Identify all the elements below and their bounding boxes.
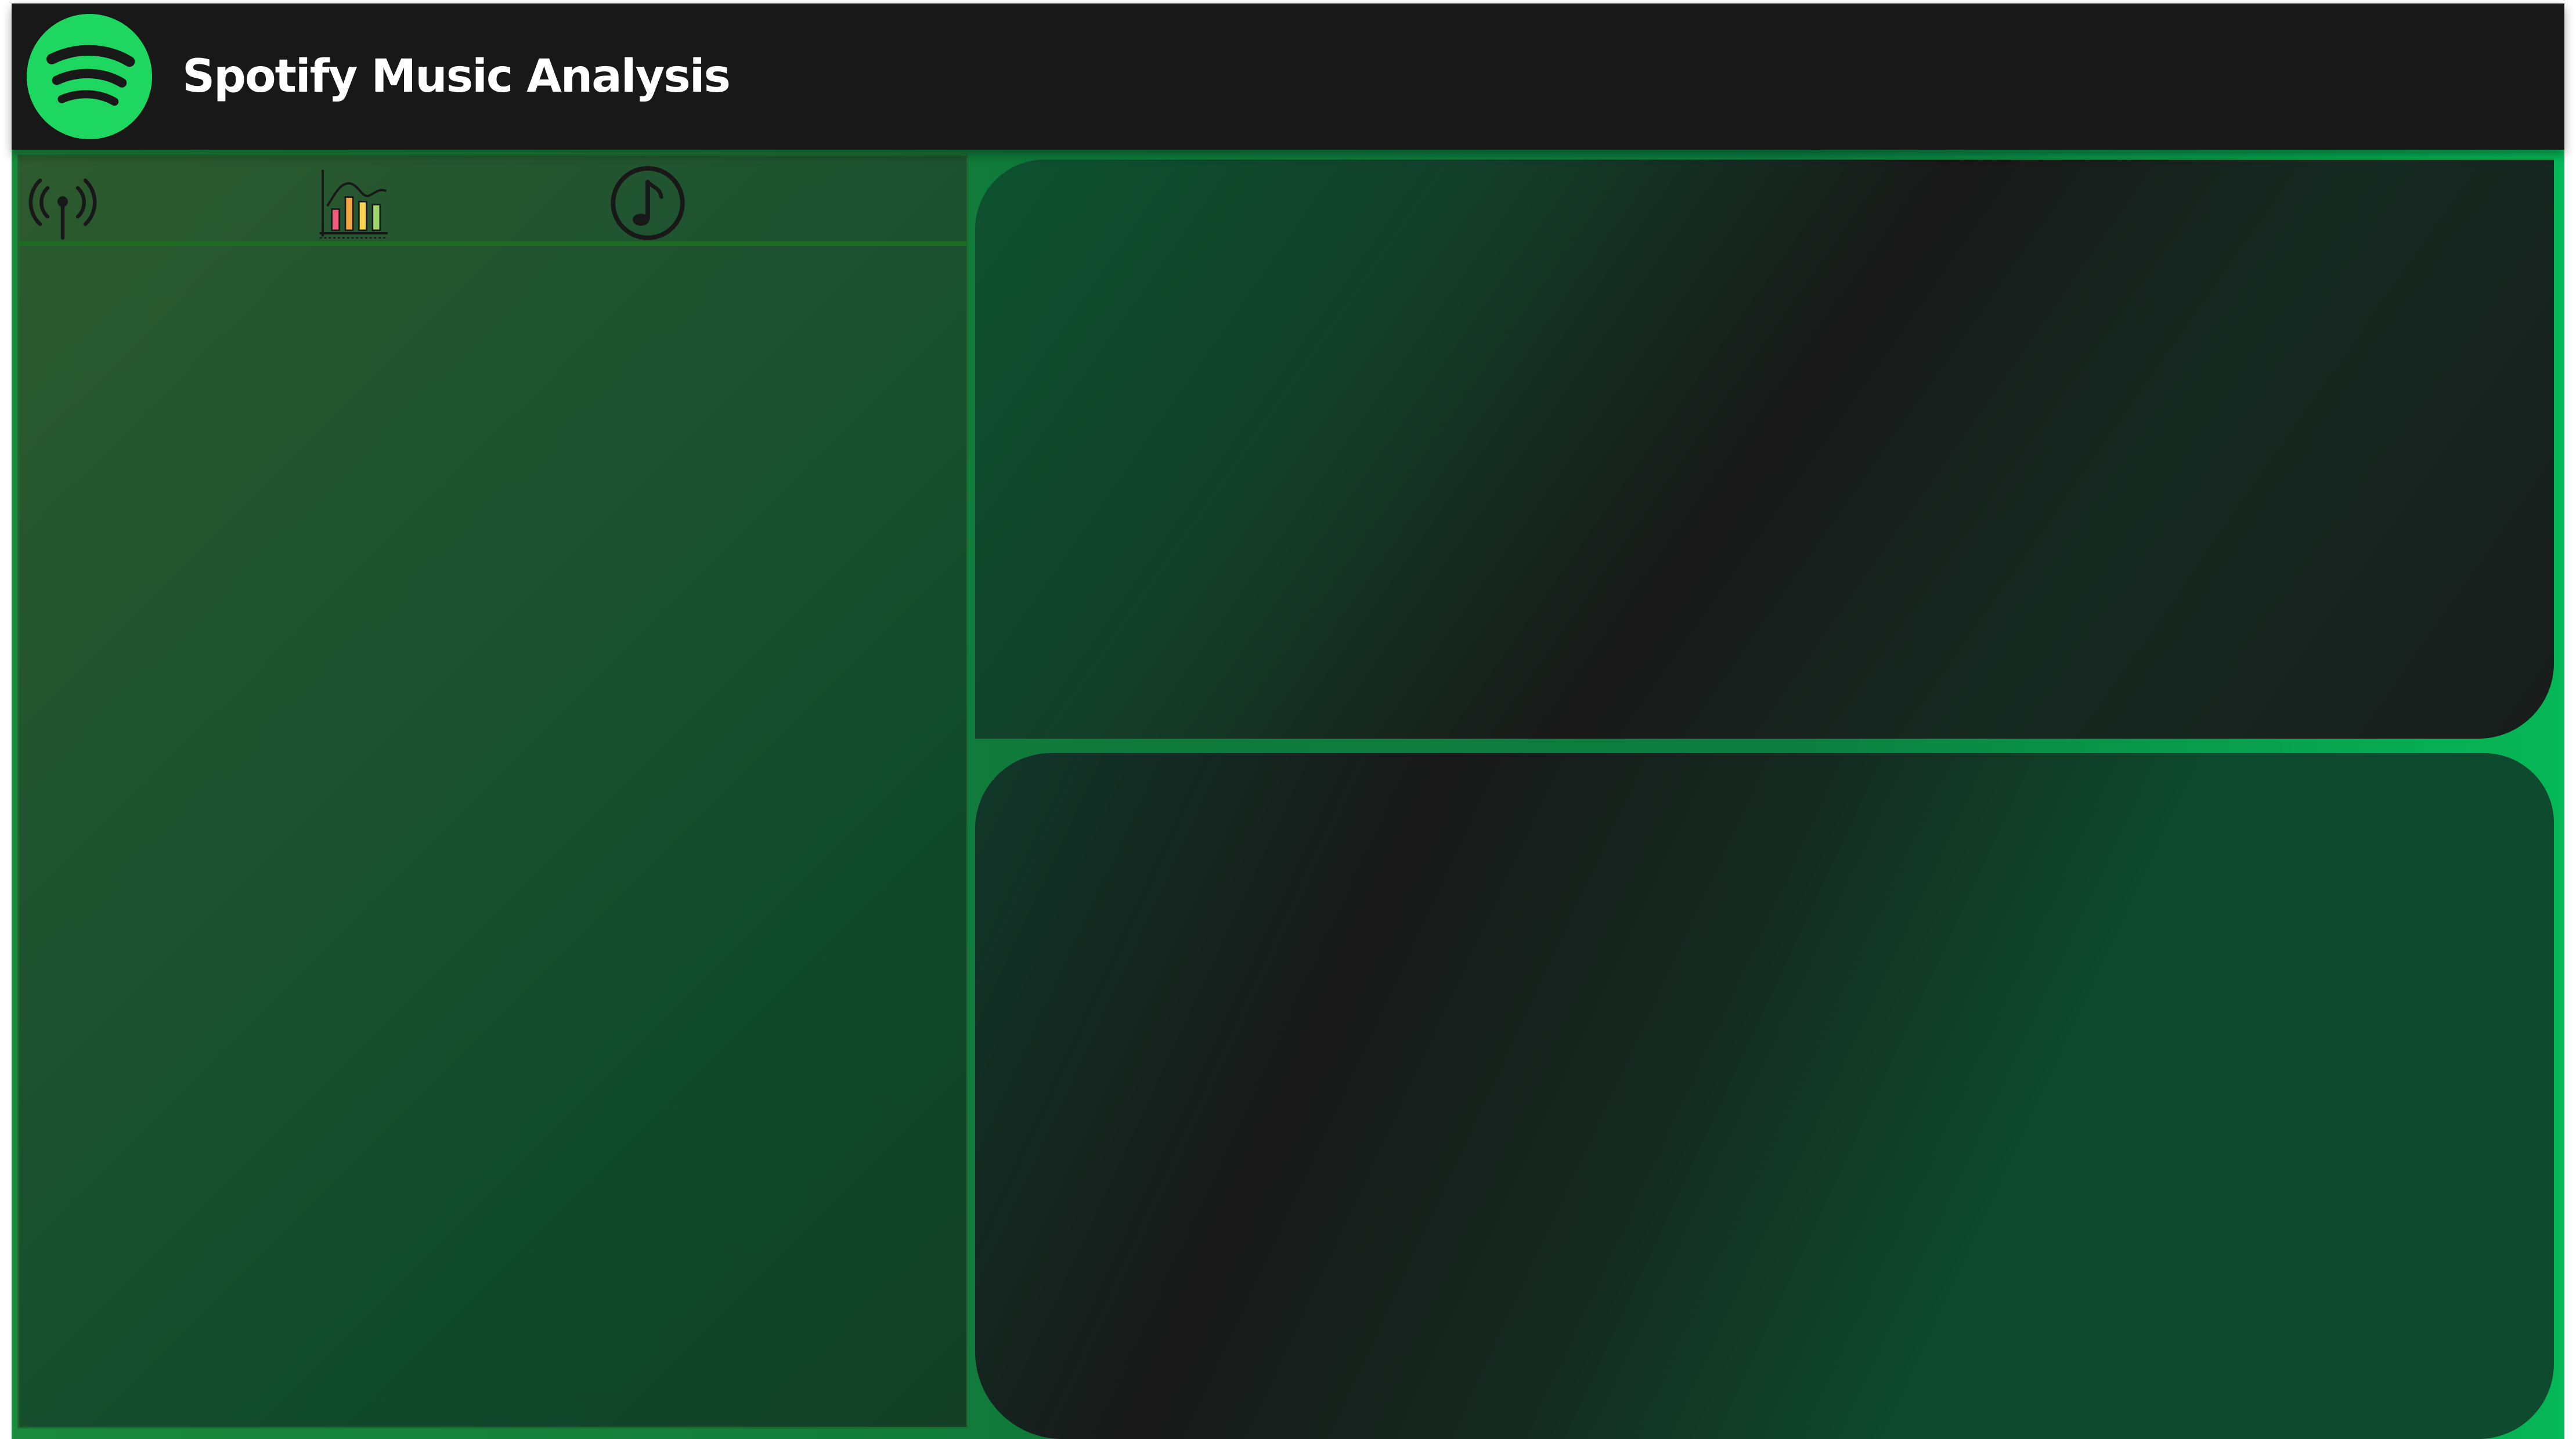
page-title: Spotify Music Analysis bbox=[182, 50, 731, 103]
nav-bar bbox=[19, 156, 966, 246]
bottom-card bbox=[975, 753, 2554, 1439]
dashboard-page: Spotify Music Analysis bbox=[0, 0, 2576, 1439]
header-bar: Spotify Music Analysis bbox=[12, 3, 2564, 150]
broadcast-antenna-icon[interactable] bbox=[25, 165, 100, 241]
bar-chart-icon[interactable] bbox=[315, 165, 391, 241]
top-card bbox=[975, 160, 2554, 739]
spotify-logo-icon bbox=[27, 14, 152, 139]
left-panel bbox=[17, 154, 968, 1429]
dashboard-area bbox=[12, 150, 2564, 1439]
music-note-icon[interactable] bbox=[610, 165, 686, 241]
